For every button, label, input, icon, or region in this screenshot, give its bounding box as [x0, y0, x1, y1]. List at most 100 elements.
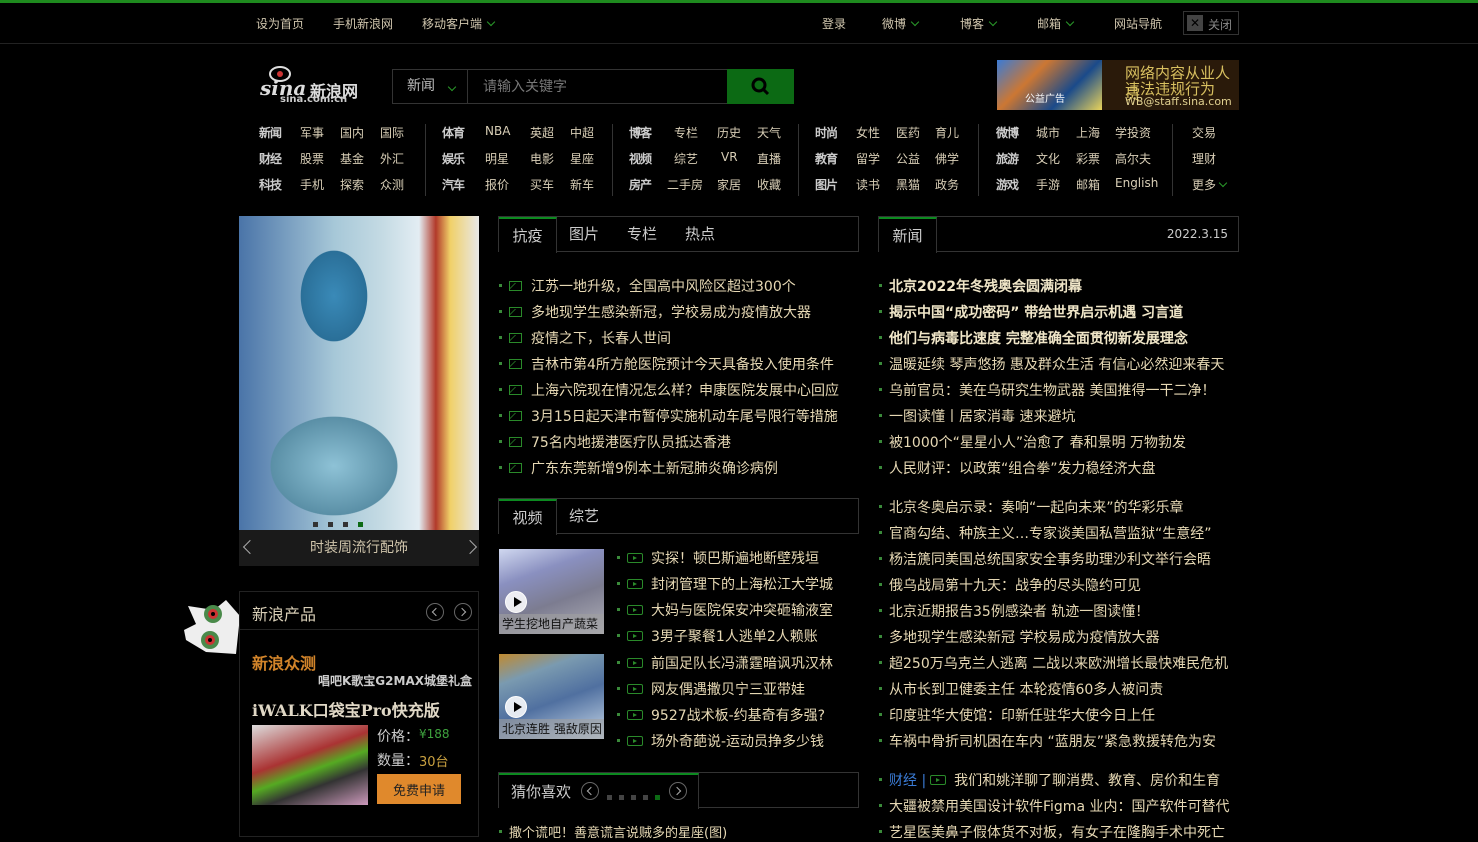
blog-menu[interactable]: 博客	[960, 15, 998, 32]
list-item[interactable]: 大妈与医院保安冲突砸输液室	[617, 600, 833, 620]
list-item[interactable]: 被1000个“星星小人”治愈了 春和景明 万物勃发	[879, 432, 1186, 452]
mail-menu[interactable]: 邮箱	[1037, 15, 1075, 32]
product-brand[interactable]: 新浪众测	[252, 650, 316, 674]
list-item[interactable]: 揭示中国“成功密码” 带给世界启示机遇 习言道	[879, 302, 1183, 322]
list-item[interactable]: 3男子聚餐1人逃单2人赖账	[617, 626, 818, 646]
nav-link[interactable]: 体育	[442, 124, 465, 141]
nav-link[interactable]: 邮箱	[1076, 176, 1100, 193]
list-item[interactable]: 9527战术板-约基奇有多强?	[617, 705, 825, 725]
nav-link[interactable]: 股票	[300, 150, 324, 167]
list-item[interactable]: 艺星医美鼻子假体货不对板，有女子在隆胸手术中死亡	[879, 822, 1225, 842]
nav-link[interactable]: 天气	[757, 124, 781, 141]
sina-logo[interactable]: sina 新浪网 sina.com.cn	[258, 60, 370, 108]
nav-link[interactable]: 直播	[757, 150, 781, 167]
slider-dot[interactable]	[343, 522, 348, 527]
nav-more-link[interactable]: 更多	[1192, 176, 1228, 193]
nav-link[interactable]: 科技	[259, 176, 282, 193]
site-nav-link[interactable]: 网站导航	[1114, 15, 1162, 32]
tab-hot[interactable]: 热点	[685, 217, 715, 252]
nav-link[interactable]: 文化	[1036, 150, 1060, 167]
mobile-client-menu[interactable]: 移动客户端	[422, 15, 496, 32]
ad-banner[interactable]: 公益广告 网络内容从业人员 违法违规行为 WB@staff.sina.com	[997, 60, 1239, 110]
slider-dot[interactable]	[313, 522, 318, 527]
nav-link[interactable]: 读书	[856, 176, 880, 193]
list-item[interactable]: 上海六院现在情况怎么样？申康医院发展中心回应	[499, 380, 839, 400]
list-item[interactable]: 温暖延续 琴声悠扬 惠及群众生活 有信心必然迎来春天	[879, 354, 1224, 374]
nav-link[interactable]: English	[1115, 176, 1158, 190]
close-button[interactable]: ✕ 关闭	[1183, 11, 1239, 35]
dot[interactable]	[631, 795, 636, 800]
list-item[interactable]: 财经 | 我们和姚洋聊了聊消费、教育、房价和生育	[879, 770, 1220, 790]
nav-link[interactable]: 基金	[340, 150, 364, 167]
nav-link[interactable]: 佛学	[935, 150, 959, 167]
dot[interactable]	[643, 795, 648, 800]
nav-link[interactable]: 城市	[1036, 124, 1060, 141]
product-promo[interactable]: 唱吧K歌宝G2MAX城堡礼盒	[318, 672, 472, 689]
list-item[interactable]: 一图读懂丨居家消毒 速来避坑	[879, 406, 1075, 426]
nav-link[interactable]: 黑猫	[896, 176, 920, 193]
photo-slider[interactable]: 时装周流行配饰	[239, 216, 479, 566]
dot[interactable]	[607, 795, 612, 800]
nav-link[interactable]: 医药	[896, 124, 920, 141]
tab-antiepidemic[interactable]: 抗疫	[499, 217, 557, 253]
nav-link[interactable]: 高尔夫	[1115, 150, 1151, 167]
nav-link[interactable]: 女性	[856, 124, 880, 141]
nav-link[interactable]: 历史	[717, 124, 741, 141]
list-item[interactable]: 官商勾结、种族主义…专家谈美国私营监狱“生意经”	[879, 523, 1212, 543]
nav-link[interactable]: 公益	[896, 150, 920, 167]
nav-link[interactable]: 上海	[1076, 124, 1100, 141]
dot[interactable]	[619, 795, 624, 800]
tab-columns[interactable]: 专栏	[627, 217, 657, 252]
list-item[interactable]: 从市长到卫健委主任 本轮疫情60多人被问责	[879, 679, 1163, 699]
list-item[interactable]: 超250万乌克兰人逃离 二战以来欧洲增长最快难民危机	[879, 653, 1228, 673]
list-item[interactable]: 多地现学生感染新冠，学校易成为疫情放大器	[499, 302, 811, 322]
nav-link[interactable]: 二手房	[667, 176, 703, 193]
nav-link[interactable]: 娱乐	[442, 150, 465, 167]
nav-link[interactable]: 中超	[570, 124, 594, 141]
list-item[interactable]: 网友偶遇撒贝宁三亚带娃	[617, 679, 805, 699]
list-item[interactable]: 乌前官员：美在乌研究生物武器 美国推得一干二净！	[879, 380, 1215, 400]
nav-link[interactable]: 报价	[485, 176, 509, 193]
search-button[interactable]	[727, 69, 794, 104]
slider-dot[interactable]	[328, 522, 333, 527]
slider-dot-active[interactable]	[358, 522, 363, 527]
product-name[interactable]: iWALK口袋宝Pro快充版	[252, 697, 440, 721]
weibo-menu[interactable]: 微博	[882, 15, 920, 32]
list-item[interactable]: 多地现学生感染新冠 学校易成为疫情放大器	[879, 627, 1159, 647]
nav-link[interactable]: 手机	[300, 176, 324, 193]
list-item[interactable]: 前国足队长冯潇霆暗讽巩汉林	[617, 653, 833, 673]
dot-active[interactable]	[655, 795, 660, 800]
nav-link[interactable]: 育儿	[935, 124, 959, 141]
list-item[interactable]: 实探！顿巴斯遍地断壁残垣	[617, 548, 819, 568]
nav-link[interactable]: 军事	[300, 124, 324, 141]
nav-link[interactable]: 视频	[629, 150, 652, 167]
list-item[interactable]: 广东东莞新增9例本土新冠肺炎确诊病例	[499, 458, 778, 478]
finance-tag[interactable]: 财经 |	[889, 773, 926, 789]
nav-link[interactable]: 学投资	[1115, 124, 1151, 141]
apply-button[interactable]: 免费申请	[377, 774, 461, 804]
list-item[interactable]: 吉林市第4所方舱医院预计今天具备投入使用条件	[499, 354, 834, 374]
nav-link[interactable]: 众测	[380, 176, 404, 193]
list-item[interactable]: 封闭管理下的上海松江大学城	[617, 574, 833, 594]
prev-arrow-icon[interactable]	[581, 782, 599, 800]
nav-link[interactable]: 游戏	[996, 176, 1019, 193]
nav-link[interactable]: 收藏	[757, 176, 781, 193]
nav-link[interactable]: 电影	[530, 150, 554, 167]
nav-link[interactable]: 新车	[570, 176, 594, 193]
list-item[interactable]: 疫情之下，长春人世间	[499, 328, 671, 348]
nav-link[interactable]: 博客	[629, 124, 652, 141]
nav-link[interactable]: 政务	[935, 176, 959, 193]
nav-link[interactable]: NBA	[485, 124, 510, 138]
login-link[interactable]: 登录	[822, 15, 846, 32]
list-item[interactable]: 3月15日起天津市暂停实施机动车尾号限行等措施	[499, 406, 838, 426]
nav-link[interactable]: 星座	[570, 150, 594, 167]
nav-link[interactable]: 家居	[717, 176, 741, 193]
list-item[interactable]: 撒个谎吧！善意谎言说贼多的星座(图)	[499, 822, 727, 841]
nav-link[interactable]: 手游	[1036, 176, 1060, 193]
list-item[interactable]: 场外奇葩说-运动员挣多少钱	[617, 731, 824, 751]
list-item[interactable]: 江苏一地升级，全国高中风险区超过300个	[499, 276, 796, 296]
nav-link[interactable]: 专栏	[674, 124, 698, 141]
nav-link[interactable]: 财经	[259, 150, 282, 167]
nav-link[interactable]: 房产	[629, 176, 652, 193]
list-item[interactable]: 北京冬奥启示录：奏响“一起向未来”的华彩乐章	[879, 497, 1184, 517]
